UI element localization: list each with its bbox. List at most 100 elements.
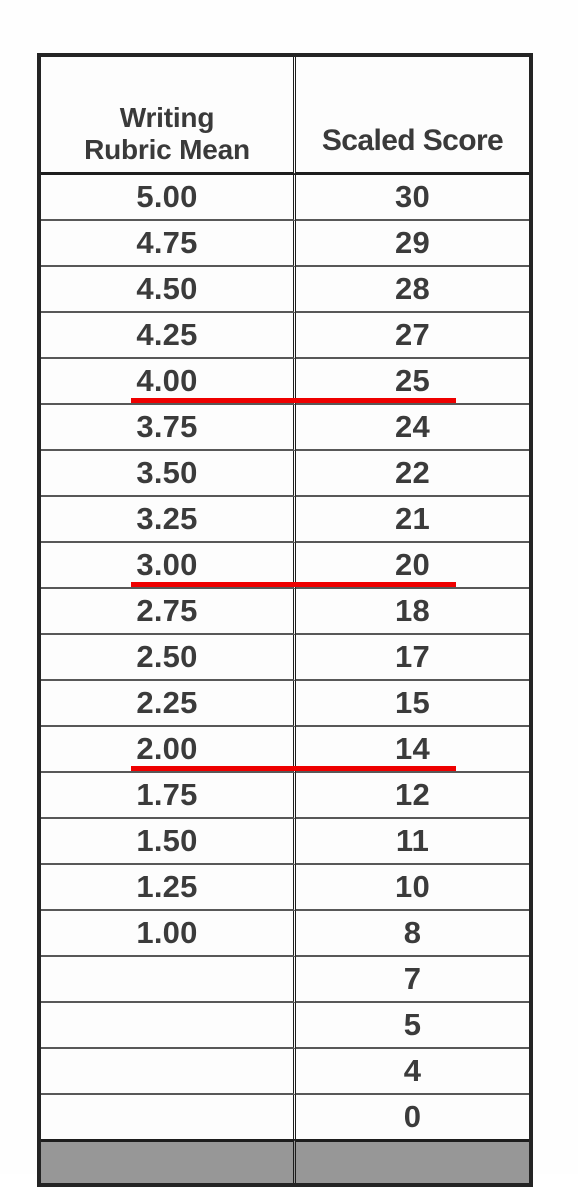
scaled-score-value: 28 [395, 271, 430, 306]
cell-rubric-mean [41, 957, 296, 1003]
table-row: 1.25 10 [41, 865, 529, 911]
cell-rubric-mean: 2.75 [41, 589, 296, 635]
table-row: 2.25 15 [41, 681, 529, 727]
table-row: 2.50 17 [41, 635, 529, 681]
table-row: 4.50 28 [41, 267, 529, 313]
scaled-score-value: 27 [395, 317, 430, 352]
rubric-mean-value: 4.00 [136, 363, 198, 398]
table-row: 1.75 12 [41, 773, 529, 819]
table-row: 4.00 25 [41, 359, 529, 405]
scaled-score-value: 24 [395, 409, 430, 444]
rubric-mean-value: 3.50 [136, 455, 198, 490]
rubric-mean-value: 2.25 [136, 685, 198, 720]
table-row: 7 [41, 957, 529, 1003]
scaled-score-value: 7 [403, 961, 422, 996]
scaled-score-value: 14 [395, 731, 430, 766]
cell-scaled-score: 30 [296, 175, 529, 221]
cell-scaled-score: 22 [296, 451, 529, 497]
cell-scaled-score: 10 [296, 865, 529, 911]
table-row: 3.25 21 [41, 497, 529, 543]
rubric-mean-value: 2.75 [136, 593, 198, 628]
cell-rubric-mean [41, 1095, 296, 1139]
table-row: 0 [41, 1095, 529, 1139]
rubric-mean-value: 1.50 [136, 823, 198, 858]
table-row: 3.50 22 [41, 451, 529, 497]
table-header: Writing Rubric Mean Scaled Score [41, 57, 529, 175]
rubric-mean-value: 4.75 [136, 225, 198, 260]
rubric-mean-value: 3.25 [136, 501, 198, 536]
cell-rubric-mean [41, 1003, 296, 1049]
column-header-line1: Writing [119, 102, 215, 134]
table-row: 5 [41, 1003, 529, 1049]
cell-scaled-score: 15 [296, 681, 529, 727]
rubric-mean-value: 5.00 [136, 179, 198, 214]
scaled-score-value: 22 [395, 455, 430, 490]
cell-rubric-mean: 1.00 [41, 911, 296, 957]
rubric-mean-value: 2.50 [136, 639, 198, 674]
scaled-score-value: 8 [403, 915, 422, 950]
rubric-mean-value: 4.25 [136, 317, 198, 352]
cell-scaled-score: 5 [296, 1003, 529, 1049]
cell-scaled-score: 4 [296, 1049, 529, 1095]
rubric-mean-value: 1.75 [136, 777, 198, 812]
scaled-score-value: 18 [395, 593, 430, 628]
rubric-mean-value: 3.00 [136, 547, 198, 582]
column-header-line2: Rubric Mean [84, 133, 250, 165]
cell-scaled-score: 7 [296, 957, 529, 1003]
cell-rubric-mean: 5.00 [41, 175, 296, 221]
scaled-score-value: 25 [395, 363, 430, 398]
cell-rubric-mean: 2.00 [41, 727, 296, 773]
cell-rubric-mean: 4.00 [41, 359, 296, 405]
cell-scaled-score: 24 [296, 405, 529, 451]
rubric-mean-value: 1.00 [136, 915, 198, 950]
rubric-mean-value: 2.00 [136, 731, 198, 766]
table-row: 2.75 18 [41, 589, 529, 635]
cell-scaled-score: 14 [296, 727, 529, 773]
cell-scaled-score: 28 [296, 267, 529, 313]
cell-rubric-mean: 3.75 [41, 405, 296, 451]
scaled-score-value: 12 [395, 777, 430, 812]
column-header-label: Scaled Score [321, 123, 504, 157]
rubric-mean-value: 3.75 [136, 409, 198, 444]
footer-cell-scaled [296, 1139, 529, 1183]
cell-rubric-mean: 4.75 [41, 221, 296, 267]
cell-rubric-mean: 1.50 [41, 819, 296, 865]
cell-rubric-mean: 2.25 [41, 681, 296, 727]
cell-scaled-score: 27 [296, 313, 529, 359]
cell-rubric-mean: 1.75 [41, 773, 296, 819]
page-root: Writing Rubric Mean Scaled Score 5.00 30 4… [0, 0, 578, 1187]
scaled-score-value: 4 [403, 1053, 422, 1088]
cell-rubric-mean [41, 1049, 296, 1095]
cell-rubric-mean: 2.50 [41, 635, 296, 681]
scaled-score-value: 20 [395, 547, 430, 582]
table-row: 4.25 27 [41, 313, 529, 359]
cell-scaled-score: 25 [296, 359, 529, 405]
cell-rubric-mean: 3.50 [41, 451, 296, 497]
table-row: 4.75 29 [41, 221, 529, 267]
table-header-row: Writing Rubric Mean Scaled Score [41, 57, 529, 175]
rubric-mean-value: 1.25 [136, 869, 198, 904]
cell-rubric-mean: 3.00 [41, 543, 296, 589]
cell-scaled-score: 17 [296, 635, 529, 681]
column-header-writing-rubric-mean: Writing Rubric Mean [41, 57, 296, 175]
cell-scaled-score: 0 [296, 1095, 529, 1139]
scaled-score-value: 17 [395, 639, 430, 674]
rubric-mean-value: 4.50 [136, 271, 198, 306]
scaled-score-value: 30 [395, 179, 430, 214]
table-row: 3.75 24 [41, 405, 529, 451]
cell-rubric-mean: 1.25 [41, 865, 296, 911]
cell-scaled-score: 21 [296, 497, 529, 543]
table-row: 1.00 8 [41, 911, 529, 957]
scaled-score-value: 0 [403, 1099, 422, 1134]
cell-scaled-score: 20 [296, 543, 529, 589]
table-body: 5.00 30 4.75 29 4.50 28 4.25 27 4.00 25 3.75 24 3.50… [41, 175, 529, 1183]
scaled-score-value: 21 [395, 501, 430, 536]
cell-scaled-score: 11 [296, 819, 529, 865]
table-row: 1.50 11 [41, 819, 529, 865]
scaled-score-value: 15 [395, 685, 430, 720]
scaled-score-value: 11 [395, 823, 430, 858]
cell-scaled-score: 8 [296, 911, 529, 957]
table-footer-row [41, 1139, 529, 1183]
scaled-score-value: 29 [395, 225, 430, 260]
writing-rubric-conversion-table: Writing Rubric Mean Scaled Score 5.00 30 4… [37, 53, 533, 1187]
